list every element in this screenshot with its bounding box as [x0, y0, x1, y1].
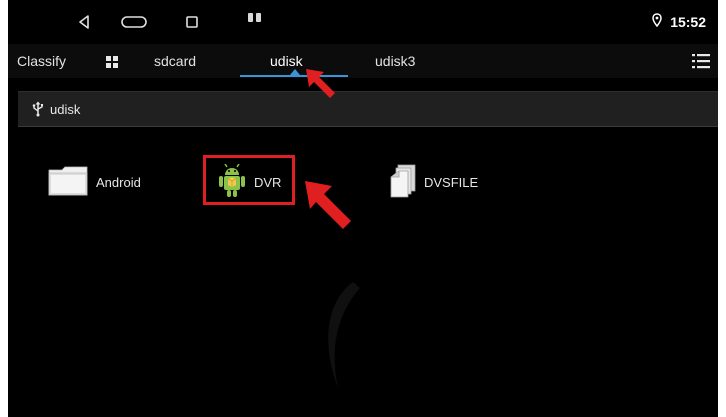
list-view-icon[interactable]: [692, 53, 710, 69]
path-bar[interactable]: udisk: [18, 91, 718, 127]
usb-icon: [32, 101, 44, 117]
selected-tab-caret: [290, 69, 300, 75]
recents-icon[interactable]: [182, 10, 202, 34]
folder-icon: [48, 166, 88, 199]
file-item-android[interactable]: Android: [48, 160, 141, 204]
tab-udisk3[interactable]: udisk3: [375, 44, 415, 78]
tab-bar: Classify sdcard udisk udisk3: [8, 44, 718, 78]
file-name: DVSFILE: [424, 174, 479, 190]
status-bar: 15:52: [8, 0, 718, 44]
status-right: 15:52: [652, 13, 706, 30]
tab-sdcard[interactable]: sdcard: [154, 44, 196, 78]
arrow-icon: [306, 69, 335, 98]
home-icon[interactable]: [120, 10, 148, 34]
file-item-dvsfile[interactable]: DVSFILE: [390, 160, 478, 204]
file-name: Android: [96, 174, 141, 190]
location-icon: [652, 13, 662, 30]
watermark-icon: [328, 282, 360, 388]
arrow-icon: [305, 181, 351, 229]
grid-icon[interactable]: [106, 55, 118, 68]
back-icon[interactable]: [74, 10, 94, 34]
android-screen: 15:52 Classify sdcard udisk udisk3 udisk…: [8, 0, 718, 417]
tab-classify[interactable]: Classify: [17, 44, 66, 78]
highlight-box: [203, 155, 295, 205]
document-icon: [390, 164, 416, 201]
usb-icon: [248, 13, 261, 22]
path-label: udisk: [50, 101, 81, 117]
clock: 15:52: [670, 13, 706, 30]
